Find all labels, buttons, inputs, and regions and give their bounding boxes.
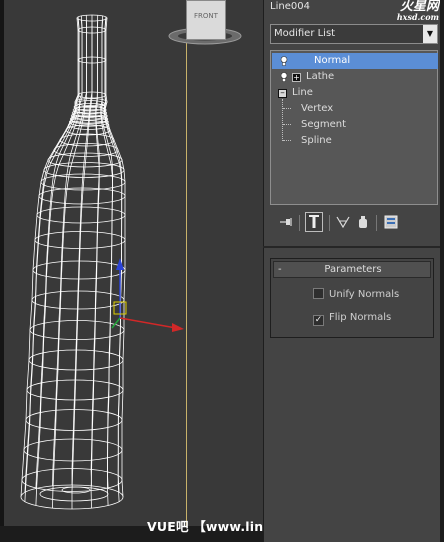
toolbar-separator [376, 215, 377, 231]
modifier-list-label: Modifier List [274, 28, 336, 39]
lightbulb-icon[interactable] [280, 56, 288, 66]
unify-normals-checkbox[interactable] [313, 288, 324, 299]
expand-icon[interactable]: + [292, 73, 301, 82]
toolbar-separator [329, 215, 330, 231]
lightbulb-icon[interactable] [280, 72, 288, 82]
stack-item-segment[interactable]: Segment [301, 117, 346, 133]
site-logo: 火星网 hxsd.com [370, 0, 444, 22]
panel-frame-right [440, 0, 444, 542]
tree-connector [283, 108, 291, 109]
modifier-stack[interactable]: Normal + Lathe – Line Vertex Segment Spl… [270, 50, 438, 205]
rollout-title: Parameters [324, 264, 382, 275]
stack-item-label: Vertex [301, 103, 334, 114]
modifier-list-dropdown[interactable]: Modifier List ▼ [270, 24, 438, 44]
viewcube[interactable]: FRONT [168, 0, 244, 48]
stack-item-spline[interactable]: Spline [301, 133, 332, 149]
stack-toolbar [272, 212, 438, 234]
checkbox-label: Unify Normals [329, 289, 400, 300]
stack-item-normal[interactable]: Normal [272, 53, 438, 69]
tree-connector [282, 99, 283, 141]
panel-separator [263, 246, 444, 248]
stack-item-label: Lathe [306, 71, 335, 82]
stack-item-label: Line [292, 87, 313, 98]
checkbox-label: Flip Normals [329, 312, 392, 323]
flip-normals-option[interactable]: ✓ Flip Normals [313, 311, 392, 326]
rollout-header[interactable]: Parameters - [273, 261, 431, 278]
tree-connector [283, 124, 291, 125]
parameters-rollout: Parameters - Unify Normals ✓ Flip Normals [270, 258, 434, 338]
chevron-down-icon[interactable]: ▼ [423, 25, 437, 43]
stack-item-label: Normal [314, 55, 351, 66]
transform-gizmo[interactable] [111, 258, 184, 332]
perspective-viewport[interactable]: FRONT [0, 0, 263, 542]
unify-normals-option[interactable]: Unify Normals [313, 288, 399, 302]
viewcube-face[interactable]: FRONT [186, 0, 226, 40]
tree-connector [283, 140, 291, 141]
show-end-result-icon[interactable] [305, 212, 323, 232]
bottle-wireframe [20, 14, 184, 510]
remove-modifier-icon[interactable] [354, 212, 372, 232]
toolbar-separator [299, 215, 300, 231]
pin-stack-icon[interactable] [278, 212, 296, 232]
stack-item-label: Spline [301, 135, 332, 146]
stack-item-vertex[interactable]: Vertex [301, 101, 333, 117]
make-unique-icon[interactable] [334, 212, 352, 232]
collapse-rollout-icon[interactable]: - [278, 262, 282, 277]
collapse-icon[interactable]: – [278, 89, 287, 98]
configure-sets-icon[interactable] [382, 212, 400, 232]
flip-normals-checkbox[interactable]: ✓ [313, 315, 324, 326]
stack-item-label: Segment [301, 119, 346, 130]
site-logo-url: hxsd.com [396, 12, 439, 22]
